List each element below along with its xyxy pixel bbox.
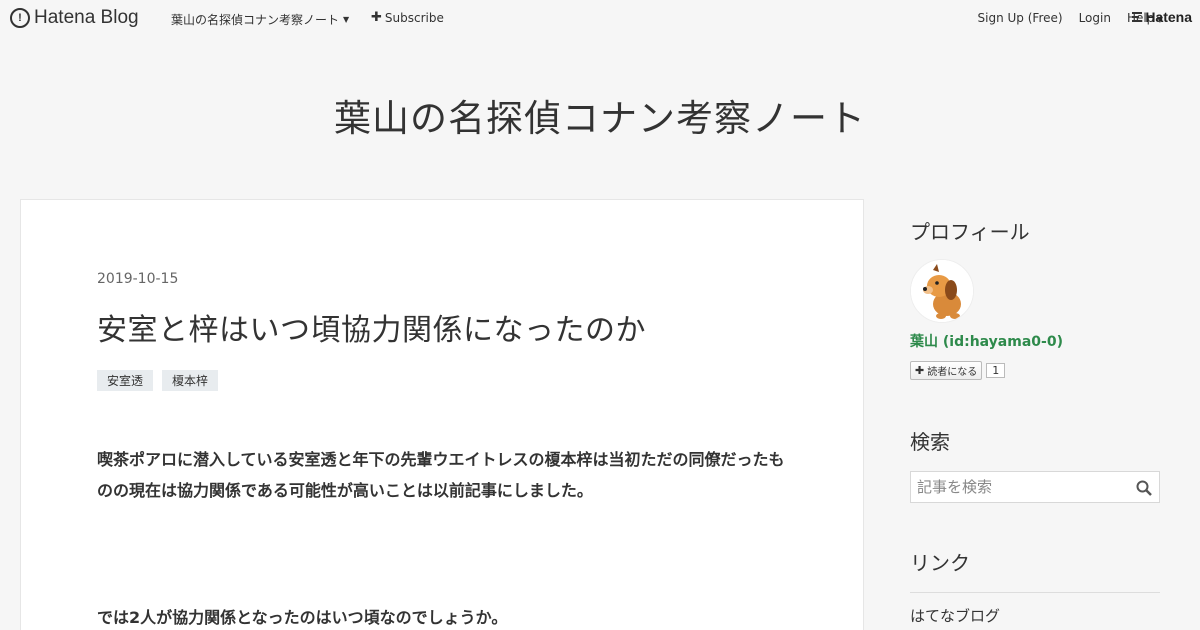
avatar[interactable] — [910, 259, 974, 323]
reader-button-label: 読者になる — [927, 367, 978, 378]
entry-card: 2019-10-15 安室と梓はいつ頃協力関係になったのか 安室透 榎本梓 喫茶… — [20, 199, 864, 630]
link-hatena-blog[interactable]: はてなブログ — [910, 592, 1160, 626]
entry-paragraph: では2人が協力関係となったのはいつ頃なのでしょうか。 — [97, 608, 508, 627]
reader-count: 1 — [986, 363, 1006, 378]
entry-title[interactable]: 安室と梓はいつ頃協力関係になったのか — [97, 305, 646, 349]
hatena-blog-icon: ! — [10, 8, 30, 28]
global-header: ! Hatena Blog 葉山の名探偵コナン考察ノート ▼ ✚ Subscri… — [0, 0, 1200, 36]
hatena-mark-icon — [1132, 12, 1143, 22]
hatena-blog-logo[interactable]: ! Hatena Blog — [10, 7, 139, 29]
links-heading: リンク — [910, 551, 970, 575]
entry-date[interactable]: 2019-10-15 — [97, 271, 178, 287]
hatena-logo[interactable]: Hatena — [1132, 9, 1192, 25]
entry-tags: 安室透 榎本梓 — [97, 370, 219, 391]
brand-label: Hatena Blog — [34, 7, 139, 28]
subscribe-reader-button[interactable]: ✚ 読者になる — [910, 361, 983, 380]
profile-name[interactable]: 葉山 (id:hayama0-0) — [910, 331, 1160, 351]
tag-link[interactable]: 安室透 — [97, 370, 154, 391]
profile-heading: プロフィール — [910, 220, 1030, 244]
subscribe-label: Subscribe — [384, 11, 444, 25]
hatena-label: Hatena — [1145, 9, 1192, 25]
search-heading: 検索 — [910, 430, 950, 454]
sidebar: プロフィール 葉山 (id:hayama0-0) ✚ 読者になる 1 検索 リ — [910, 216, 1160, 630]
signup-link[interactable]: Sign Up (Free) — [978, 11, 1063, 25]
login-link[interactable]: Login — [1079, 11, 1111, 25]
dog-avatar-icon — [911, 260, 973, 322]
search-form — [910, 471, 1160, 503]
search-icon[interactable] — [1135, 479, 1153, 497]
caret-down-icon: ▼ — [343, 15, 350, 24]
search-input[interactable] — [911, 472, 1131, 502]
tag-link[interactable]: 榎本梓 — [162, 370, 219, 391]
blog-title[interactable]: 葉山の名探偵コナン考察ノート — [0, 88, 1200, 142]
blog-menu-label: 葉山の名探偵コナン考察ノート — [171, 13, 340, 27]
plus-icon: ✚ — [371, 10, 382, 25]
reader-row: ✚ 読者になる 1 — [910, 361, 1160, 380]
plus-icon: ✚ — [915, 363, 925, 377]
entry-paragraph: 喫茶ポアロに潜入している安室透と年下の先輩ウエイトレスの榎本梓は当初ただの同僚だ… — [97, 450, 785, 500]
blog-menu[interactable]: 葉山の名探偵コナン考察ノート ▼ — [171, 11, 349, 28]
subscribe-button[interactable]: ✚ Subscribe — [371, 11, 444, 25]
